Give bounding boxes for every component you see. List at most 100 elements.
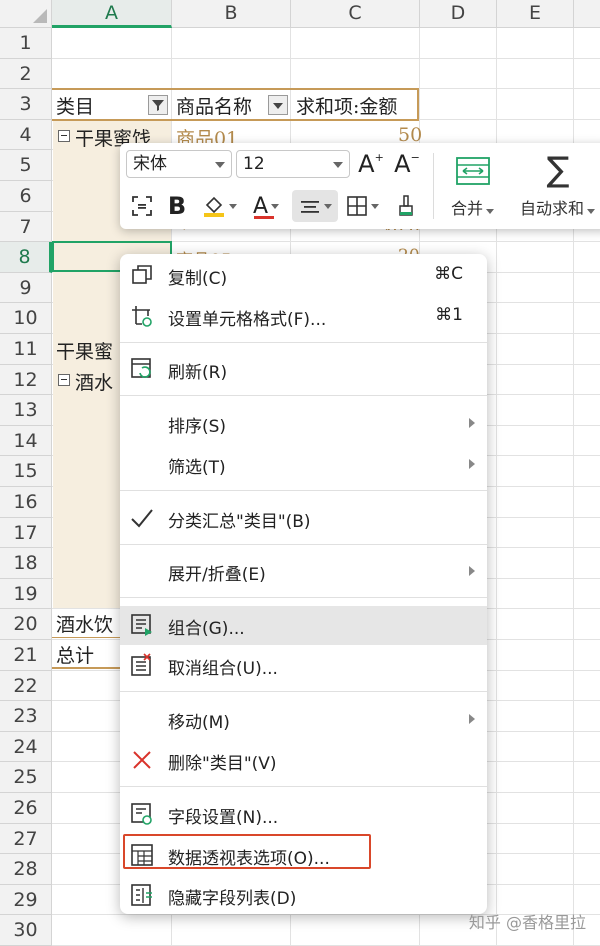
autosum-label: 自动求和 — [520, 199, 585, 218]
menu-item-move[interactable]: 移动(M) — [120, 700, 487, 738]
merge-button[interactable]: 合并 — [451, 195, 495, 219]
collapse-group1-icon[interactable] — [58, 130, 70, 142]
row-gridline — [52, 58, 600, 59]
row-header-12[interactable]: 12 — [0, 365, 52, 395]
menu-item-label: 删除"类目"(V) — [168, 754, 277, 774]
pivot-header-right-border — [417, 88, 419, 121]
fill-bucket-icon — [203, 196, 224, 217]
row-header-21[interactable]: 21 — [0, 640, 52, 671]
column-header-d[interactable]: D — [420, 0, 497, 28]
menu-item-group[interactable]: 组合(G)... — [120, 606, 487, 645]
font-color-button[interactable]: A — [246, 191, 286, 221]
sigma-icon: ∑ — [546, 150, 570, 190]
increase-font-button[interactable]: A + — [356, 149, 386, 179]
autosum-button[interactable]: 自动求和 — [520, 195, 596, 219]
menu-item-refresh[interactable]: 刷新(R) — [120, 350, 487, 388]
row-header-5[interactable]: 5 — [0, 150, 52, 181]
column-header-b[interactable]: B — [172, 0, 291, 28]
autosum-icon-button[interactable]: ∑ — [540, 150, 576, 190]
row-header-15[interactable]: 15 — [0, 456, 52, 487]
row-header-2[interactable]: 2 — [0, 59, 52, 89]
menu-item-format-cells[interactable]: 设置单元格格式(F)... ⌘1 — [120, 297, 487, 335]
column-header-f[interactable] — [574, 0, 600, 28]
r21-total-label: 总计 — [56, 645, 95, 667]
menu-item-label: 移动(M) — [168, 713, 230, 733]
menu-item-expand-collapse[interactable]: 展开/折叠(E) — [120, 552, 487, 590]
format-painter-button[interactable] — [392, 191, 420, 221]
row-header-27[interactable]: 27 — [0, 824, 52, 854]
row-header-16[interactable]: 16 — [0, 487, 52, 518]
row-header-14[interactable]: 14 — [0, 426, 52, 456]
menu-item-filter[interactable]: 筛选(T) — [120, 445, 487, 483]
checkmark-icon — [130, 506, 154, 530]
menu-item-ungroup[interactable]: 取消组合(U)... — [120, 646, 487, 684]
row-header-7[interactable]: 7 — [0, 212, 52, 242]
fill-color-button[interactable] — [198, 191, 240, 221]
row-header-24[interactable]: 24 — [0, 732, 52, 762]
bold-button[interactable]: B — [164, 191, 190, 221]
row-header-28[interactable]: 28 — [0, 854, 52, 885]
bold-icon: B — [167, 192, 187, 220]
font-name-select[interactable]: 宋体 — [126, 150, 232, 178]
menu-item-hide-field-list[interactable]: 隐藏字段列表(D) — [120, 876, 487, 914]
row-header-17[interactable]: 17 — [0, 518, 52, 548]
collapse-group2-icon[interactable] — [58, 374, 70, 386]
align-center-vertical-icon — [300, 201, 319, 213]
select-all-triangle-icon — [33, 9, 47, 23]
row-header-26[interactable]: 26 — [0, 793, 52, 824]
row-header-30[interactable]: 30 — [0, 915, 52, 946]
filter-dropdown-name[interactable] — [268, 95, 288, 115]
menu-item-subtotal[interactable]: 分类汇总"类目"(B) — [120, 499, 487, 537]
menu-item-copy[interactable]: 复制(C) ⌘C — [120, 256, 487, 294]
menu-item-label: 组合(G)... — [168, 619, 245, 639]
refresh-icon — [130, 357, 154, 381]
row-header-29[interactable]: 29 — [0, 885, 52, 915]
row-header-23[interactable]: 23 — [0, 701, 52, 732]
merge-icon-button[interactable] — [450, 153, 496, 189]
row-header-13[interactable]: 13 — [0, 395, 52, 426]
row-header-9[interactable]: 9 — [0, 273, 52, 303]
menu-item-sort[interactable]: 排序(S) — [120, 404, 487, 442]
menu-item-label: 分类汇总"类目"(B) — [168, 512, 311, 532]
row-header-20[interactable]: 20 — [0, 609, 52, 640]
increase-font-icon: A — [358, 150, 375, 178]
row-header-8[interactable]: 8 — [0, 242, 52, 273]
row-header-22[interactable]: 22 — [0, 671, 52, 701]
menu-item-label: 展开/折叠(E) — [168, 565, 266, 585]
font-color-icon: A — [252, 193, 269, 219]
group-icon — [130, 613, 154, 637]
row-header-1[interactable]: 1 — [0, 28, 52, 59]
menu-item-delete[interactable]: 删除"类目"(V) — [120, 741, 487, 779]
align-button[interactable] — [292, 190, 338, 222]
row-header-10[interactable]: 10 — [0, 303, 52, 334]
chevron-down-icon — [333, 162, 343, 168]
pivot-header-name: 商品名称 — [176, 96, 253, 118]
row-header-6[interactable]: 6 — [0, 181, 52, 212]
column-header-e[interactable]: E — [497, 0, 574, 28]
row-header-18[interactable]: 18 — [0, 548, 52, 579]
decrease-font-button[interactable]: A − — [390, 149, 424, 179]
row-header-11[interactable]: 11 — [0, 334, 52, 365]
filter-dropdown-category[interactable] — [148, 95, 168, 115]
row-header-4[interactable]: 4 — [0, 120, 52, 150]
borders-button[interactable] — [342, 191, 382, 221]
pivot-header-bottom-border — [52, 119, 419, 121]
row-header-25[interactable]: 25 — [0, 762, 52, 793]
context-menu: 复制(C) ⌘C 设置单元格格式(F)... ⌘1 刷新(R) 排序(S) 筛选… — [120, 254, 487, 914]
select-all-corner[interactable] — [0, 0, 52, 28]
merge-label: 合并 — [451, 199, 484, 218]
total-top-border — [52, 637, 120, 638]
screenshot-button[interactable] — [128, 191, 156, 221]
format-painter-icon — [399, 195, 413, 216]
font-name-value: 宋体 — [133, 154, 167, 174]
menu-item-field-settings[interactable]: 字段设置(N)... — [120, 795, 487, 833]
row-header-3[interactable]: 3 — [0, 89, 52, 120]
column-header-a[interactable]: A — [52, 0, 172, 28]
merge-cells-icon — [456, 157, 490, 185]
row-header-19[interactable]: 19 — [0, 579, 52, 609]
column-header-c[interactable]: C — [291, 0, 420, 28]
menu-item-shortcut: ⌘C — [434, 264, 463, 284]
watermark: 知乎 @香格里拉 — [468, 913, 586, 932]
dropdown-triangle-icon — [273, 103, 283, 109]
font-size-select[interactable]: 12 — [236, 150, 350, 178]
